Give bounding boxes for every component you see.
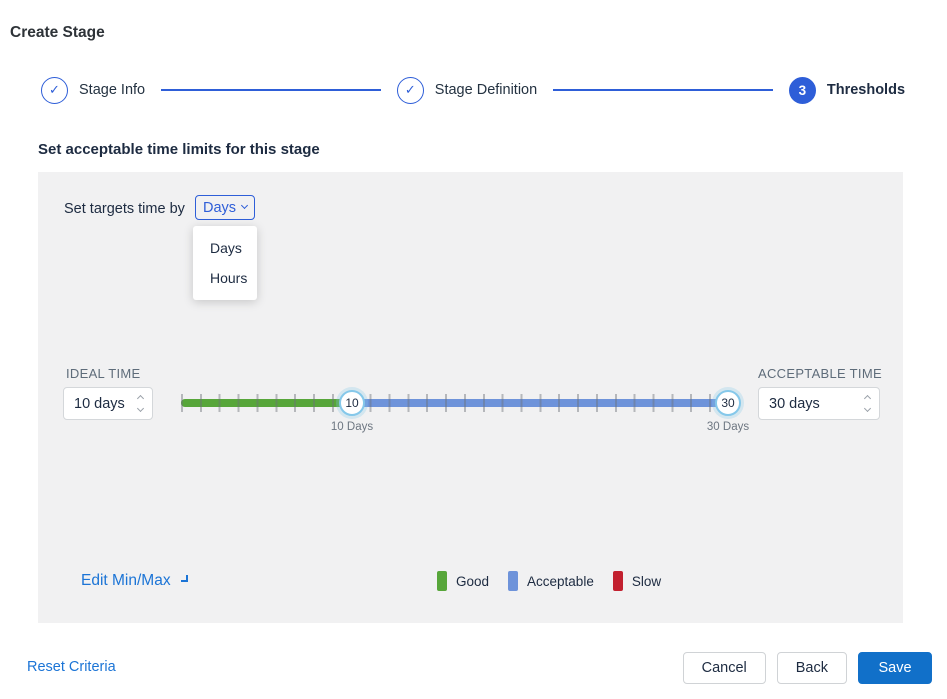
slider-min-handle-value: 10: [345, 396, 359, 410]
time-unit-selected-value: Days: [203, 199, 237, 216]
ideal-time-value: 10 days: [74, 395, 125, 412]
check-icon: ✓: [404, 82, 416, 97]
acceptable-swatch: [508, 571, 519, 591]
step-label-thresholds: Thresholds: [826, 82, 906, 98]
step-thresholds[interactable]: 3 Thresholds: [788, 76, 906, 104]
time-unit-menu: Days Hours: [193, 226, 257, 300]
thresholds-panel: Set targets time by Days Days Hours IDEA…: [38, 172, 903, 623]
legend-label-acceptable: Acceptable: [527, 573, 594, 589]
check-icon: ✓: [49, 82, 60, 97]
slider-min-handle[interactable]: 10: [339, 390, 365, 416]
increment-icon[interactable]: [136, 394, 145, 403]
step-stage-info[interactable]: ✓ Stage Info: [41, 76, 146, 104]
step-label-stage-definition: Stage Definition: [434, 82, 538, 98]
edit-minmax-label: Edit Min/Max: [81, 572, 171, 589]
slow-swatch: [612, 571, 623, 591]
legend-item-acceptable: Acceptable: [508, 571, 594, 591]
save-button[interactable]: Save: [858, 652, 932, 684]
create-stage-dialog: Create Stage ✓ Stage Info ✓ Stage Defini…: [0, 0, 947, 699]
acceptable-time-input[interactable]: 30 days: [758, 387, 880, 420]
slider-max-handle[interactable]: 30: [715, 390, 741, 416]
number-stepper: [136, 394, 152, 413]
reset-criteria-link[interactable]: Reset Criteria: [27, 659, 116, 675]
edit-minmax-link[interactable]: Edit Min/Max: [81, 572, 188, 590]
targets-time-label: Set targets time by: [64, 201, 185, 217]
legend-item-good: Good: [437, 571, 489, 591]
chevron-down-icon: [241, 201, 249, 210]
slider-max-handle-value: 30: [721, 396, 735, 410]
number-stepper: [863, 394, 879, 413]
threshold-legend: Good Acceptable Slow: [437, 571, 661, 591]
decrement-icon[interactable]: [863, 404, 872, 413]
step-stage-definition[interactable]: ✓ Stage Definition: [396, 76, 538, 104]
cancel-button[interactable]: Cancel: [682, 652, 766, 684]
step-label-stage-info: Stage Info: [79, 82, 146, 98]
menu-item-days[interactable]: Days: [193, 233, 257, 263]
legend-label-slow: Slow: [631, 573, 662, 589]
ideal-time-label: IDEAL TIME: [66, 366, 141, 381]
time-unit-dropdown[interactable]: Days: [195, 195, 256, 220]
menu-item-hours[interactable]: Hours: [193, 263, 257, 293]
slider-max-handle-label: 30 Days: [706, 421, 750, 433]
increment-icon[interactable]: [863, 394, 872, 403]
chevron-down-icon: [180, 574, 188, 582]
acceptable-time-value: 30 days: [769, 395, 820, 412]
footer-buttons: Cancel Back Save: [682, 652, 932, 684]
back-button[interactable]: Back: [776, 652, 847, 684]
step-complete-circle: ✓: [41, 76, 68, 104]
stepper-connector: [161, 89, 381, 91]
page-title: Create Stage: [10, 24, 105, 41]
step-complete-circle: ✓: [396, 76, 424, 104]
acceptable-time-label: ACCEPTABLE TIME: [758, 366, 882, 381]
legend-label-good: Good: [456, 573, 490, 589]
good-swatch: [437, 571, 447, 591]
slider-tick-marks: [181, 394, 729, 412]
ideal-time-input[interactable]: 10 days: [63, 387, 153, 420]
step-number-circle: 3: [788, 76, 816, 104]
legend-item-slow: Slow: [612, 571, 662, 591]
section-heading: Set acceptable time limits for this stag…: [38, 141, 320, 158]
wizard-stepper: ✓ Stage Info ✓ Stage Definition 3 Thresh…: [41, 76, 905, 104]
stepper-connector: [553, 89, 773, 91]
time-threshold-slider: 10 30 10 Days 30 Days: [181, 390, 749, 437]
slider-min-handle-label: 10 Days: [330, 421, 374, 433]
decrement-icon[interactable]: [136, 404, 145, 413]
